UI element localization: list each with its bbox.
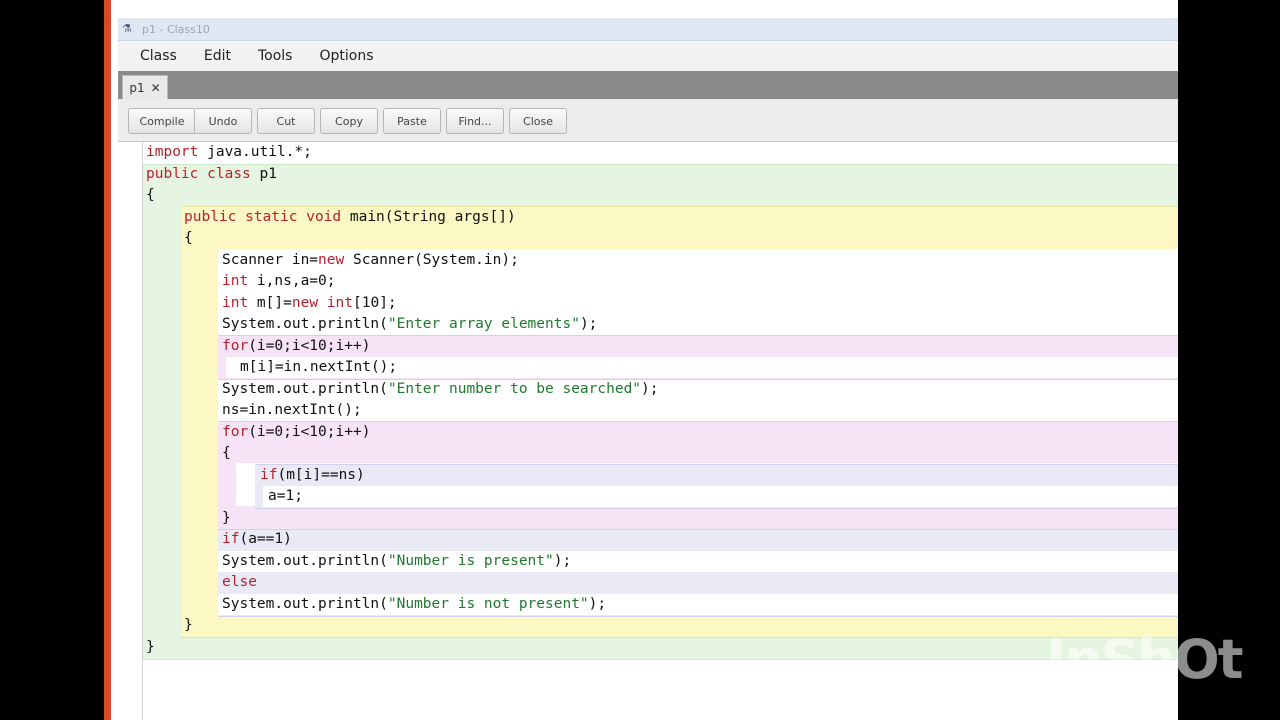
code-token: class <box>207 165 251 182</box>
code-token: (m[i]==ns) <box>277 466 365 483</box>
code-token: if <box>260 466 278 483</box>
code-token: "Enter array elements" <box>387 316 580 332</box>
code-line: System.out.println("Number is not presen… <box>222 594 606 615</box>
tab-bar: p1 ✕ <box>118 71 1178 100</box>
close-tab-icon[interactable]: ✕ <box>151 81 161 95</box>
code-line: } <box>184 615 193 636</box>
code-token: "Number is present" <box>387 552 554 569</box>
code-token: if <box>222 531 240 547</box>
code-token: import <box>146 144 199 160</box>
code-token: { <box>146 187 155 203</box>
code-token: a=1; <box>268 488 303 504</box>
code-token: i,ns,a=0; <box>248 273 336 289</box>
code-token: System.out.println( <box>222 595 388 612</box>
code-line: { <box>146 185 155 206</box>
close-button[interactable]: Close <box>509 108 567 134</box>
code-token: ); <box>579 316 598 332</box>
code-token: ); <box>588 595 607 612</box>
toolbar: Compile Undo Cut Copy Paste Find... Clos… <box>118 99 1178 142</box>
code-token: public <box>146 165 199 182</box>
code-token: "Number is not present" <box>387 595 589 612</box>
code-token: System.out.println( <box>222 552 388 569</box>
code-token: else <box>222 574 257 590</box>
code-line: m[i]=in.nextInt(); <box>240 357 397 378</box>
inshot-watermark: InShOt <box>1046 628 1244 691</box>
code-token: main(String args[]) <box>341 208 516 225</box>
code-line: int m[]=new int[10]; <box>222 293 397 314</box>
tab-label: p1 <box>129 81 145 95</box>
code-token: System.out.println( <box>222 316 388 332</box>
code-token: int <box>222 273 249 289</box>
code-line: Scanner in=new Scanner(System.in); <box>222 250 519 271</box>
menu-tools[interactable]: Tools <box>258 48 293 64</box>
code-line: import java.util.*; <box>146 142 312 163</box>
code-token: (a==1) <box>239 531 292 547</box>
code-line: if(a==1) <box>222 529 292 550</box>
code-line: public class p1 <box>146 164 277 185</box>
cut-button[interactable]: Cut <box>257 108 315 134</box>
if-scope-1-body <box>263 486 1178 507</box>
menu-class[interactable]: Class <box>140 48 177 64</box>
code-token: (i=0;i<10;i++) <box>248 423 371 440</box>
code-token: p1 <box>250 165 277 182</box>
title-bar: ⚗ p1 - Class10 <box>118 18 1178 41</box>
code-token: } <box>222 509 231 526</box>
code-token: for <box>222 423 249 440</box>
bluej-editor-window: ⚗ p1 - Class10 Class Edit Tools Options … <box>104 0 1178 720</box>
code-line: { <box>184 228 193 249</box>
code-line: } <box>222 508 231 529</box>
code-line: } <box>146 637 155 658</box>
code-line: public static void main(String args[]) <box>184 207 516 228</box>
code-line: if(m[i]==ns) <box>260 465 365 486</box>
code-token: ns=in.nextInt(); <box>222 402 362 418</box>
menu-options[interactable]: Options <box>319 48 373 64</box>
code-token: Scanner(System.in); <box>344 251 519 268</box>
code-line: System.out.println("Enter number to be s… <box>222 379 659 400</box>
code-token: int <box>326 294 353 311</box>
find-button[interactable]: Find... <box>446 108 504 134</box>
code-token: { <box>184 230 193 246</box>
menu-edit[interactable]: Edit <box>204 48 231 64</box>
code-token: m[]= <box>248 294 292 311</box>
code-line: System.out.println("Enter array elements… <box>222 314 597 335</box>
code-token: System.out.println( <box>222 380 388 397</box>
code-token: new <box>318 251 345 268</box>
compile-button[interactable]: Compile <box>128 108 196 134</box>
code-token: public static void <box>184 208 342 225</box>
paste-button[interactable]: Paste <box>383 108 441 134</box>
code-token: "Enter number to be searched" <box>387 380 642 397</box>
code-line: else <box>222 572 257 593</box>
code-line: { <box>222 443 231 464</box>
undo-button[interactable]: Undo <box>194 108 252 134</box>
code-line: a=1; <box>268 486 303 507</box>
window-left-edge <box>104 0 111 720</box>
bluej-app-icon: ⚗ <box>122 22 132 35</box>
code-token: for <box>222 337 249 354</box>
code-token: } <box>184 617 193 633</box>
code-token: m[i]=in.nextInt(); <box>240 359 398 375</box>
code-token: (i=0;i<10;i++) <box>248 337 371 354</box>
code-token: { <box>222 445 231 461</box>
code-line: for(i=0;i<10;i++) <box>222 422 370 443</box>
window-top-strip <box>104 0 1178 18</box>
code-editor[interactable]: import java.util.*; public class p1{publi… <box>118 142 1178 720</box>
code-token: new <box>291 294 319 311</box>
code-line: for(i=0;i<10;i++) <box>222 336 370 357</box>
copy-button[interactable]: Copy <box>320 108 378 134</box>
code-token: ); <box>553 552 572 569</box>
code-token: } <box>146 638 155 655</box>
code-line: int i,ns,a=0; <box>222 271 336 292</box>
code-token: java.util.*; <box>198 144 312 160</box>
code-line: System.out.println("Number is present"); <box>222 551 571 572</box>
tab-p1[interactable]: p1 ✕ <box>122 75 168 100</box>
code-token: Scanner in= <box>222 251 319 268</box>
code-token: ); <box>641 380 659 397</box>
menu-bar: Class Edit Tools Options <box>118 41 1178 71</box>
window-title: p1 - Class10 <box>142 22 210 36</box>
code-token: [10]; <box>353 294 397 311</box>
code-token: int <box>222 294 249 311</box>
code-line: ns=in.nextInt(); <box>222 400 362 421</box>
